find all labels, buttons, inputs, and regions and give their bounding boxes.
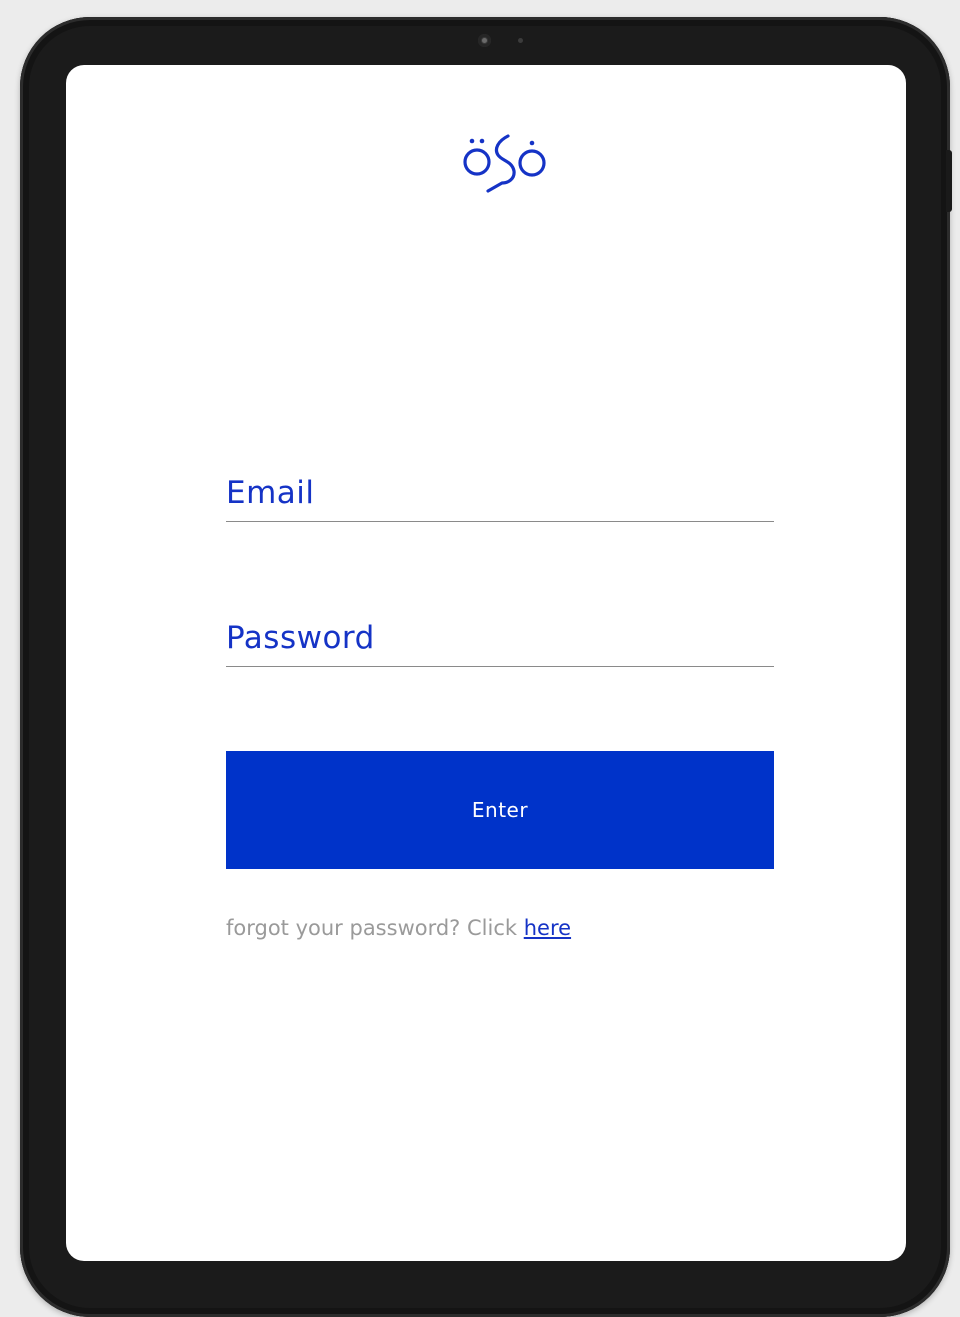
front-camera-icon <box>478 34 491 47</box>
email-input[interactable] <box>226 460 774 521</box>
password-field-wrapper <box>226 605 774 667</box>
login-screen: Enter forgot your password? Click here <box>66 65 906 1261</box>
light-sensor-icon <box>518 38 523 43</box>
forgot-password-text: forgot your password? Click here <box>226 916 571 940</box>
brand-logo-icon <box>463 134 546 193</box>
password-input[interactable] <box>226 605 774 666</box>
tablet-side-button <box>946 150 952 212</box>
email-field-wrapper <box>226 460 774 522</box>
forgot-password-link[interactable]: here <box>524 916 571 940</box>
forgot-password-label: forgot your password? Click <box>226 916 524 940</box>
enter-button[interactable]: Enter <box>226 751 774 869</box>
